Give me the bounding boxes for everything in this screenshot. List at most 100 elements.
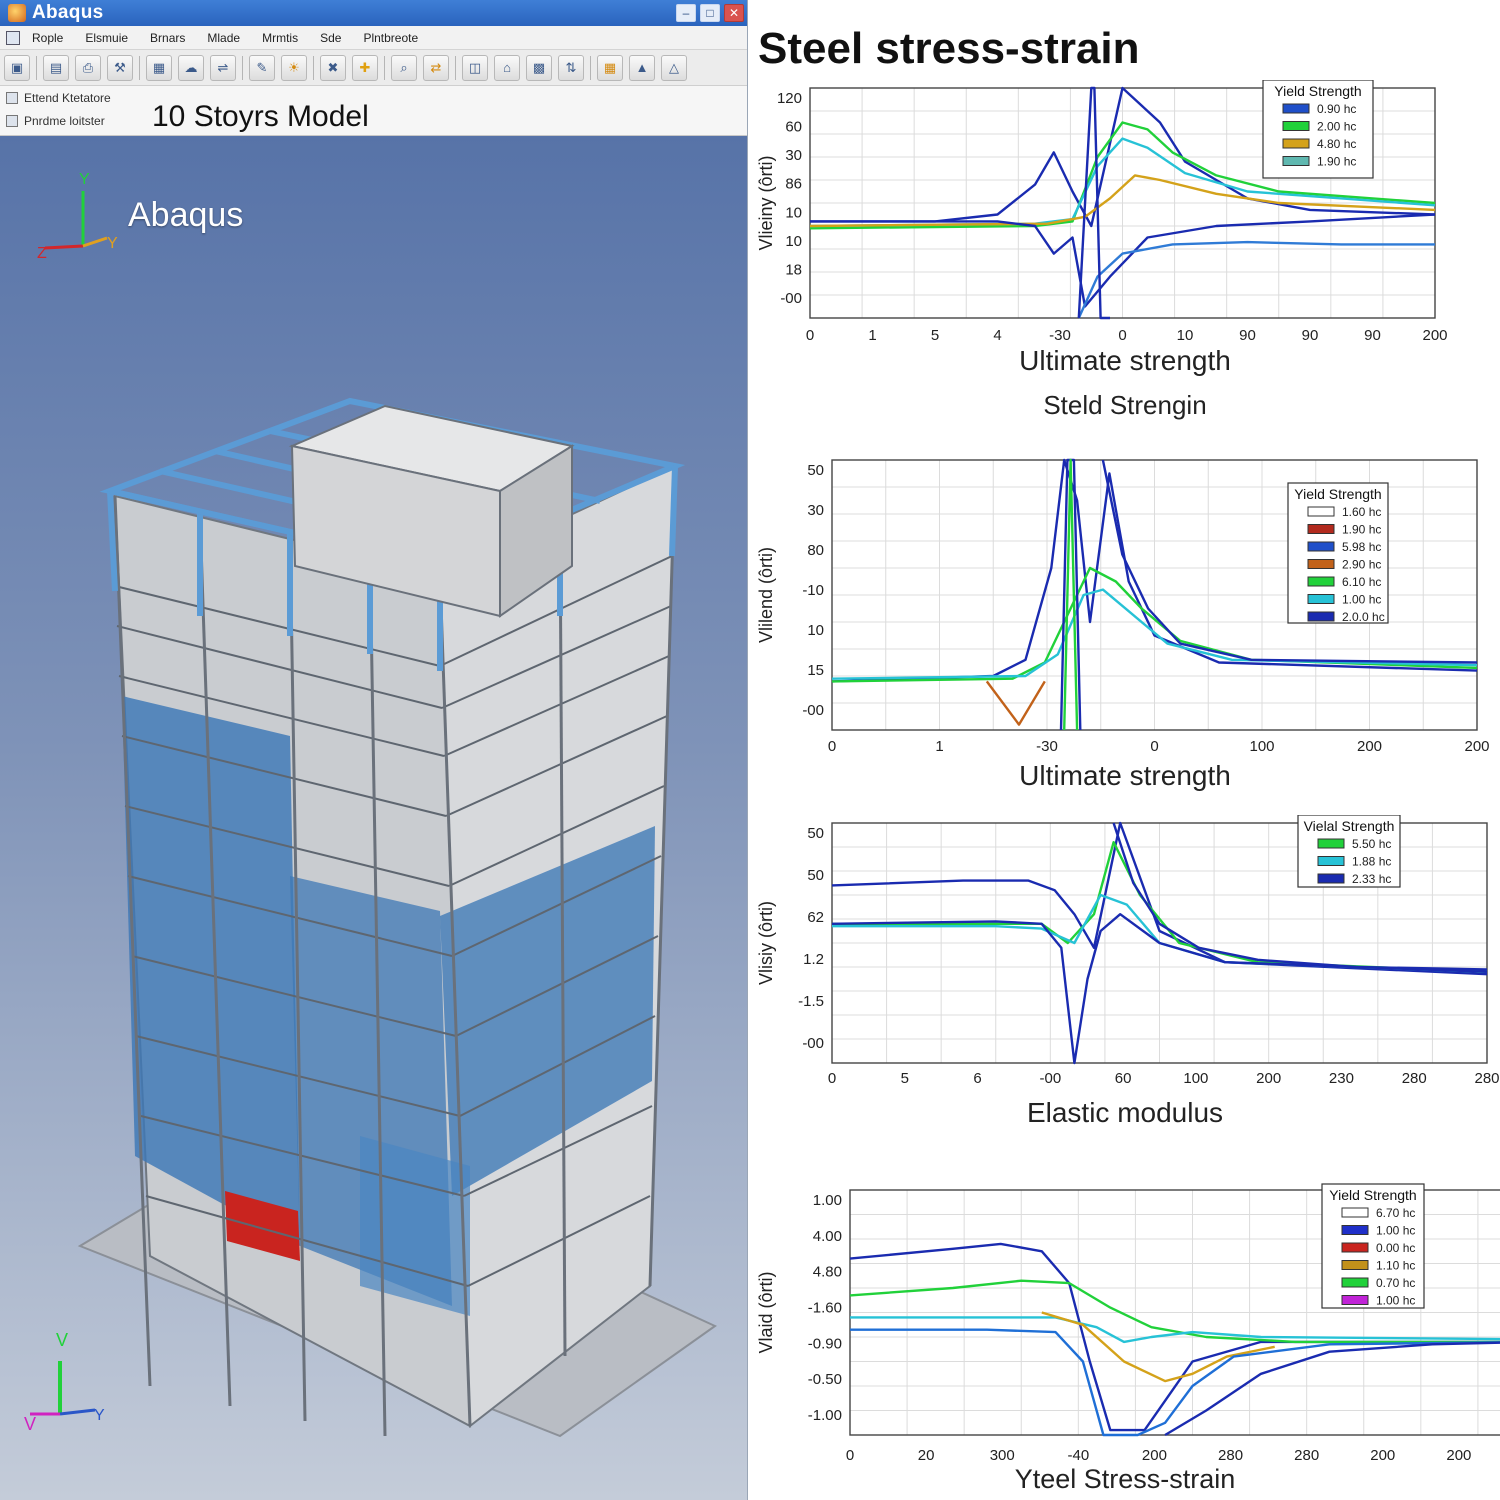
y-tick-label: -1.60 — [808, 1300, 842, 1317]
y-tick-label: -00 — [802, 702, 824, 719]
y-tick-label: 1.00 — [813, 1192, 842, 1209]
cloud-icon[interactable]: ☁ — [178, 54, 204, 81]
x-tick-label: 90 — [1239, 327, 1256, 344]
menu-item-rople[interactable]: Rople — [32, 31, 63, 45]
x-tick-label: 100 — [1183, 1070, 1208, 1087]
y-tick-label: 4.80 — [813, 1264, 842, 1281]
legend-label: 2.0.0 hc — [1342, 610, 1385, 624]
chart-2-xlabel: Ultimate strength — [1019, 760, 1231, 791]
legend-label: 1.10 hc — [1376, 1259, 1415, 1273]
legend-swatch — [1341, 1295, 1369, 1305]
legend-label: 5.50 hc — [1352, 837, 1391, 851]
y-tick-label: -00 — [780, 290, 802, 307]
z-axis-arrow — [44, 244, 84, 250]
legend-label: 1.88 hc — [1352, 855, 1391, 869]
load-icon[interactable]: ⇅ — [558, 54, 584, 81]
wrench-icon[interactable]: ⚒ — [107, 54, 133, 81]
zoom-icon[interactable]: ⌕ — [391, 54, 417, 81]
window-menu-icon[interactable] — [6, 30, 20, 45]
x-axis-arrow — [59, 1408, 96, 1416]
stress-strain-chart-2: 50 30 80 -10 10 15 -00 0 1 -30 0 100 200 200 Vlilend (… — [756, 458, 1490, 755]
x-axis-arrow — [82, 236, 108, 248]
y-axis-label: Vlisiy (ôrti) — [756, 901, 776, 985]
y-tick-label: -0.90 — [808, 1335, 842, 1352]
arrows-icon[interactable]: ⇄ — [423, 54, 449, 81]
triangle-icon[interactable]: △ — [661, 54, 687, 81]
triad-z-label: Z — [37, 245, 47, 262]
x-tick-label: 0 — [828, 1070, 836, 1087]
toolbar-separator — [590, 55, 591, 80]
model-tree-row-2[interactable]: Pnrdme loitster — [6, 114, 105, 128]
menu-bar: Rople Elsmuie Brnars Mlade Mrmtis Sde Pl… — [0, 26, 747, 50]
triad-y-label: Y — [79, 171, 90, 188]
x-tick-label: 200 — [1446, 1447, 1471, 1464]
file-icon[interactable]: ▣ — [4, 54, 30, 81]
x-tick-label: 0 — [828, 738, 836, 755]
triad-x-label: Y — [107, 235, 118, 252]
y-tick-label: 60 — [785, 119, 802, 136]
chart-icon[interactable]: ▲ — [629, 54, 655, 81]
x-tick-label: 60 — [1115, 1070, 1132, 1087]
x-tick-label: 6 — [973, 1070, 981, 1087]
house-icon[interactable]: ⌂ — [494, 54, 520, 81]
legend-swatch — [1307, 506, 1335, 517]
chart-3-xlabel: Elastic modulus — [1026, 1097, 1224, 1128]
model-tree-label: Pnrdme loitster — [24, 114, 105, 128]
plus-icon[interactable]: ✚ — [352, 54, 378, 81]
legend-swatch — [1307, 611, 1335, 622]
y-tick-label: 86 — [785, 176, 802, 193]
legend-label: 1.00 hc — [1342, 593, 1381, 607]
menu-item-brnars[interactable]: Brnars — [150, 31, 185, 45]
legend-swatch — [1307, 541, 1335, 552]
checkbox[interactable] — [6, 92, 18, 104]
building-model — [77, 397, 717, 1438]
toolbar-separator — [455, 55, 456, 80]
x-tick-label: 280 — [1402, 1070, 1427, 1087]
maximize-button[interactable]: □ — [700, 4, 720, 22]
model-title: 10 Stoyrs Model — [152, 100, 369, 133]
legend-label: 1.00 hc — [1376, 1224, 1415, 1238]
model-tree-row-1[interactable]: Ettend Ktetatore — [6, 91, 111, 105]
menu-item-mlade[interactable]: Mlade — [207, 31, 240, 45]
x-tick-label: 1 — [935, 738, 943, 755]
window-controls: – □ ✕ — [676, 4, 744, 22]
legend-title: Yield Strength — [1274, 83, 1361, 99]
x-tick-label: 5 — [901, 1070, 909, 1087]
y-tick-label: -10 — [802, 582, 824, 599]
legend-label: 1.90 hc — [1342, 523, 1381, 537]
legend-label: 4.80 hc — [1317, 137, 1356, 151]
legend-label: 1.60 hc — [1342, 505, 1381, 519]
menu-item-mrmtis[interactable]: Mrmtis — [262, 31, 298, 45]
sun-icon[interactable]: ☀ — [281, 54, 307, 81]
mesh-icon[interactable]: ▩ — [526, 54, 552, 81]
y-tick-label: -00 — [802, 1035, 824, 1052]
y-tick-label: 15 — [807, 662, 824, 679]
close-button[interactable]: ✕ — [724, 4, 744, 22]
x-tick-label: 10 — [1177, 327, 1194, 344]
save-icon[interactable]: ▤ — [43, 54, 69, 81]
pipe-icon[interactable]: ⇌ — [210, 54, 236, 81]
y-tick-label: 10 — [785, 204, 802, 221]
3d-viewport[interactable]: Abaqus Y Z Y V V Y — [0, 136, 747, 1500]
cross-tools-icon[interactable]: ✖ — [320, 54, 346, 81]
x-tick-label: 20 — [918, 1447, 935, 1464]
x-tick-label: 90 — [1364, 327, 1381, 344]
legend-label: 6.70 hc — [1376, 1206, 1415, 1220]
minimize-button[interactable]: – — [676, 4, 696, 22]
edit-icon[interactable]: ✎ — [249, 54, 275, 81]
toolbar: ▣ ▤ ⎙ ⚒ ▦ ☁ ⇌ ✎ ☀ ✖ ✚ ⌕ ⇄ ◫ ⌂ ▩ ⇅ ▦ ▲ △ — [0, 50, 747, 86]
layer-icon[interactable]: ◫ — [462, 54, 488, 81]
abaqus-window: Abaqus – □ ✕ Rople Elsmuie Brnars Mlade … — [0, 0, 748, 1500]
table-icon[interactable]: ▦ — [597, 54, 623, 81]
chart-4-xlabel: Yteel Stress-strain — [1014, 1464, 1236, 1494]
menu-item-sde[interactable]: Sde — [320, 31, 341, 45]
x-tick-label: 4 — [993, 327, 1001, 344]
print-icon[interactable]: ⎙ — [75, 54, 101, 81]
grid-icon[interactable]: ▦ — [146, 54, 172, 81]
menu-item-elsmuie[interactable]: Elsmuie — [85, 31, 128, 45]
x-tick-label: 230 — [1329, 1070, 1354, 1087]
x-tick-label: -30 — [1036, 738, 1058, 755]
menu-item-plntbreote[interactable]: Plntbreote — [363, 31, 418, 45]
checkbox[interactable] — [6, 115, 18, 127]
x-tick-label: 100 — [1249, 738, 1274, 755]
